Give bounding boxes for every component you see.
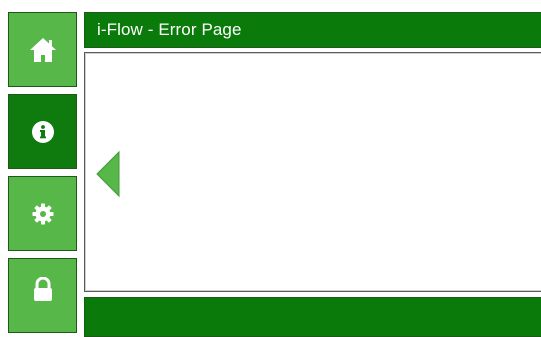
footer-bar (84, 297, 541, 337)
page-title: i-Flow - Error Page (97, 20, 242, 39)
info-icon (31, 120, 55, 144)
sidebar-item-info[interactable] (8, 94, 77, 169)
sidebar-item-settings[interactable] (8, 176, 77, 251)
chevron-left-icon (95, 150, 121, 202)
sidebar-item-lock[interactable] (8, 258, 77, 333)
sidebar-item-home[interactable] (8, 12, 77, 87)
home-icon (28, 36, 58, 64)
sidebar (0, 0, 82, 333)
back-button[interactable] (95, 150, 121, 198)
lock-icon (32, 276, 54, 303)
page-title-bar: i-Flow - Error Page (84, 12, 541, 48)
error-content-panel (84, 52, 541, 292)
gear-icon (31, 202, 55, 226)
